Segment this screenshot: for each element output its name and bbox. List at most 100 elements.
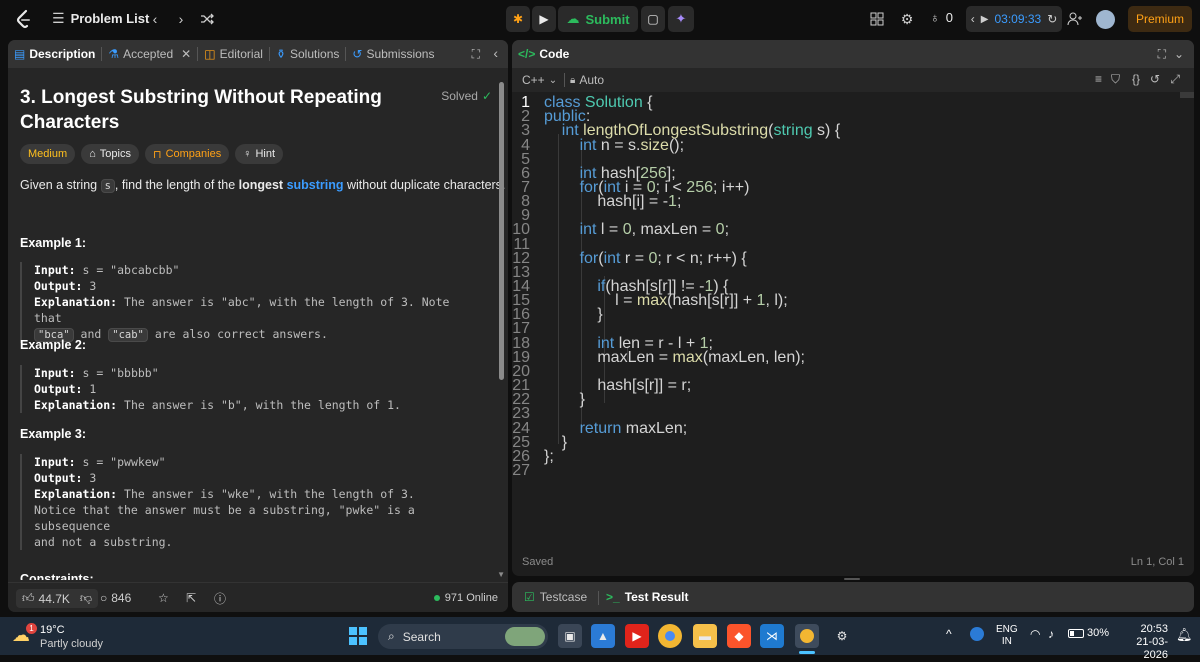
- premium-button[interactable]: Premium: [1128, 6, 1192, 32]
- auto-mode[interactable]: 🔒︎ Auto: [570, 73, 604, 87]
- companies-button[interactable]: ⊓ Companies: [144, 144, 230, 164]
- vscode-icon[interactable]: ⋊: [760, 624, 784, 648]
- example-2-block: Input: s = "bbbbb" Output: 1 Explanation…: [20, 365, 480, 413]
- code-title: </> Code: [512, 40, 575, 68]
- line-code: int n = s.size();: [579, 136, 685, 154]
- timer-widget[interactable]: ‹ ▶ 03:09:33 ↻: [966, 6, 1062, 32]
- chrome-active-icon[interactable]: [795, 624, 819, 648]
- taskbar-search[interactable]: ⌕ Search: [378, 624, 548, 649]
- play-icon: ▶: [539, 12, 549, 26]
- clock[interactable]: 20:53 21-03-2026: [1116, 623, 1168, 662]
- minimize-icon[interactable]: ⌄: [1174, 47, 1184, 61]
- ai-assist-button[interactable]: ✦: [668, 6, 694, 32]
- input-label: Input:: [34, 366, 76, 380]
- chrome-center: [665, 631, 675, 641]
- layout-grid-icon[interactable]: [866, 8, 888, 30]
- tab-separator: [598, 591, 599, 605]
- tab-testcase[interactable]: ☑ Testcase: [524, 590, 587, 604]
- photos-app-icon[interactable]: ▲: [591, 624, 615, 648]
- settings-app-icon[interactable]: ⚙: [830, 624, 854, 648]
- book-icon: ◫: [204, 47, 216, 61]
- onedrive-icon[interactable]: [970, 627, 984, 641]
- debug-button[interactable]: ✱: [506, 6, 530, 32]
- braces-icon[interactable]: {}: [1132, 72, 1140, 86]
- bookmark-icon[interactable]: ⛉: [1111, 72, 1120, 87]
- tab-test-result[interactable]: >_ Test Result: [606, 590, 688, 604]
- problem-statement: Given a string s, find the length of the…: [20, 176, 505, 195]
- windows-start-icon[interactable]: [346, 624, 370, 648]
- example-2-title: Example 2:: [20, 338, 87, 352]
- star-icon[interactable]: ☆: [158, 591, 169, 605]
- hint-button[interactable]: ♀ Hint: [235, 144, 284, 164]
- thumbs-down-icon[interactable]: 👎︎: [80, 591, 92, 606]
- task-view-icon[interactable]: ▣: [558, 624, 582, 648]
- tab-description[interactable]: ▤ Description: [8, 40, 101, 68]
- file-explorer-icon[interactable]: ▬: [693, 624, 717, 648]
- settings-gear-icon[interactable]: ⚙: [896, 8, 918, 30]
- code-line[interactable]: 27: [512, 462, 544, 479]
- output-value: 3: [89, 471, 97, 485]
- notification-bell-icon[interactable]: 🔔︎: [1176, 627, 1193, 643]
- share-icon[interactable]: ⇱: [186, 591, 196, 605]
- close-tab-icon[interactable]: ✕: [181, 47, 191, 61]
- maximize-icon[interactable]: ⛶: [1158, 47, 1166, 62]
- code-line[interactable]: 19 maxLen = max(maxLen, len);: [512, 348, 805, 366]
- submit-button[interactable]: ☁ Submit: [558, 6, 638, 32]
- brave-browser-icon[interactable]: ◆: [727, 624, 751, 648]
- topics-button[interactable]: ⌂ Topics: [81, 144, 139, 164]
- resize-handle[interactable]: [844, 578, 860, 580]
- tab-submissions[interactable]: ↺ Submissions: [346, 40, 440, 68]
- add-friend-icon[interactable]: [1064, 8, 1086, 30]
- lightbulb-icon: ♀: [243, 148, 252, 160]
- prev-problem-icon[interactable]: ‹: [144, 8, 166, 30]
- help-icon[interactable]: ⓘ: [214, 590, 226, 607]
- chrome-icon[interactable]: [658, 624, 682, 648]
- battery-indicator[interactable]: 30%: [1068, 627, 1109, 639]
- battery-level: [1070, 630, 1074, 636]
- lock-icon: ⊓: [152, 148, 162, 161]
- line-code: maxLen = max(maxLen, len);: [544, 348, 805, 366]
- problem-list-button[interactable]: ☰ Problem List: [52, 10, 149, 27]
- tab-accepted[interactable]: ⚗ Accepted ✕: [102, 40, 197, 68]
- format-icon[interactable]: ≡: [1095, 72, 1102, 86]
- fullscreen-icon[interactable]: ⤢: [1170, 72, 1180, 87]
- wifi-icon[interactable]: ◠: [1030, 627, 1040, 641]
- tab-description-label: Description: [29, 47, 96, 61]
- substring-link[interactable]: substring: [287, 178, 344, 192]
- code-line[interactable]: 12 for(int r = 0; r < n; r++) {: [512, 250, 747, 267]
- youtube-icon[interactable]: ▶: [625, 624, 649, 648]
- shuffle-icon[interactable]: [196, 8, 218, 30]
- weather-widget[interactable]: ☁ 1: [12, 623, 38, 649]
- collapse-left-icon[interactable]: ‹: [493, 45, 498, 61]
- reset-code-icon[interactable]: ↺: [1150, 72, 1160, 86]
- constraints-heading-clip: Constraints:: [20, 572, 110, 580]
- description-scrollbar[interactable]: [499, 82, 504, 380]
- volume-icon[interactable]: ♪: [1048, 627, 1054, 641]
- code-line[interactable]: 10 int l = 0, maxLen = 0;: [512, 221, 730, 239]
- comments-button[interactable]: ○ 846: [100, 591, 131, 605]
- chevron-up-icon[interactable]: ^: [946, 627, 952, 641]
- test-result-label: Test Result: [624, 590, 689, 604]
- tab-editorial[interactable]: ◫ Editorial: [198, 40, 269, 68]
- next-problem-icon[interactable]: ›: [170, 8, 192, 30]
- search-icon: ⌕: [388, 629, 395, 643]
- maximize-icon[interactable]: ⛶: [472, 47, 480, 62]
- leetcode-logo-icon[interactable]: [14, 9, 34, 29]
- streak-counter[interactable]: ♁ 0: [930, 10, 953, 25]
- explanation-text: The answer is "b", with the length of 1.: [124, 398, 401, 412]
- editor-scrollbar[interactable]: [1180, 92, 1194, 98]
- run-button[interactable]: ▶: [532, 6, 556, 32]
- chrome-active-center: [800, 629, 814, 643]
- line-code: int l = 0, maxLen = 0;: [579, 221, 730, 239]
- beaker-icon: ⚱: [275, 47, 286, 61]
- weather-temp: 19°C: [40, 624, 65, 636]
- scroll-down-icon[interactable]: ▼: [497, 570, 505, 579]
- code-title-label: Code: [539, 47, 570, 61]
- user-avatar[interactable]: [1096, 10, 1115, 29]
- language-select[interactable]: C++ ⌄: [522, 73, 557, 87]
- like-button[interactable]: 👍︎ 44.7K 👎︎: [16, 589, 99, 608]
- tab-solutions[interactable]: ⚱ Solutions: [270, 40, 345, 68]
- code-editor[interactable]: 1 class Solution {2 public: 3 int lengthOfL…: [512, 92, 1194, 556]
- language-indicator[interactable]: ENG IN: [996, 624, 1018, 648]
- notes-button[interactable]: ▢: [641, 6, 665, 32]
